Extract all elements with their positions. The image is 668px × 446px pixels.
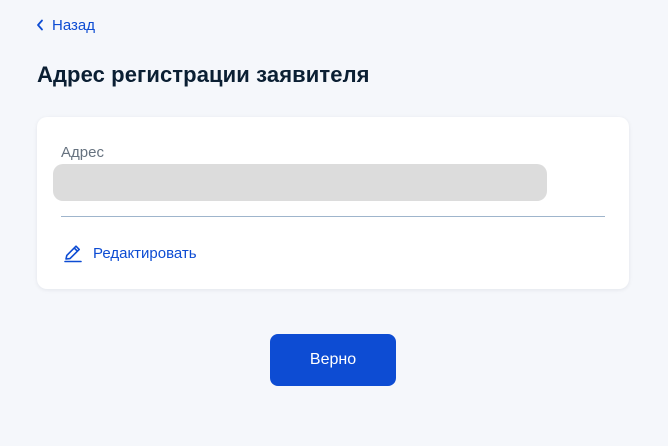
page: Назад Адрес регистрации заявителя Адрес … xyxy=(0,0,668,446)
back-link[interactable]: Назад xyxy=(36,15,95,35)
back-link-label: Назад xyxy=(52,16,95,34)
pencil-icon xyxy=(63,243,83,263)
edit-link-label: Редактировать xyxy=(93,244,197,262)
address-card: Адрес Редактировать xyxy=(37,117,629,289)
address-field-value xyxy=(53,164,547,201)
divider xyxy=(61,216,605,217)
confirm-button[interactable]: Верно xyxy=(270,334,396,386)
edit-link[interactable]: Редактировать xyxy=(63,243,197,263)
chevron-left-icon xyxy=(36,19,44,31)
address-field-label: Адрес xyxy=(61,144,104,161)
page-title: Адрес регистрации заявителя xyxy=(37,62,370,87)
